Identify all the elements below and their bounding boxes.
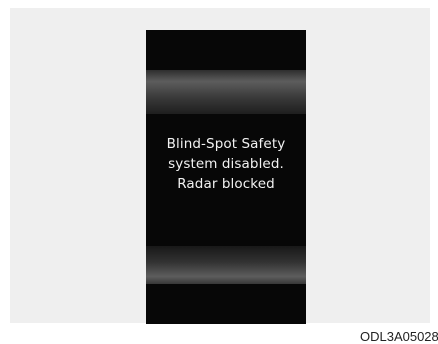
- warning-message-line-3: Radar blocked: [177, 176, 275, 192]
- warning-message: Blind-Spot Safety system disabled. Radar…: [146, 134, 306, 194]
- warning-message-line-1: Blind-Spot Safety: [166, 136, 286, 152]
- cluster-display-panel: Blind-Spot Safety system disabled. Radar…: [146, 30, 306, 324]
- warning-message-line-2: system disabled.: [168, 156, 284, 172]
- display-bottom-highlight-band: [146, 246, 306, 284]
- figure-code-label: ODL3A050289: [359, 329, 438, 344]
- display-top-highlight-band: [146, 70, 306, 114]
